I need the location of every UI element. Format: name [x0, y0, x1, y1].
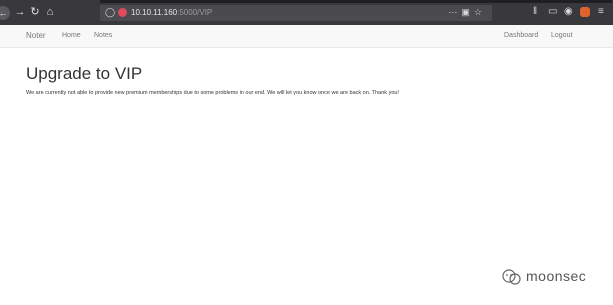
shield-icon[interactable]: ◯ [105, 7, 115, 18]
pocket-icon[interactable]: ▣ [461, 7, 474, 17]
insecure-connection-icon[interactable] [118, 8, 127, 17]
page-title: Upgrade to VIP [26, 64, 143, 83]
forward-arrow-icon[interactable]: → [13, 6, 27, 18]
nav-link-dashboard[interactable]: Dashboard [504, 32, 538, 39]
navbar-brand[interactable]: Noter [26, 31, 46, 40]
extension-icon[interactable] [580, 7, 590, 17]
back-arrow-icon[interactable]: ← [0, 6, 10, 20]
reload-icon[interactable]: ↻ [28, 6, 42, 18]
ellipsis-icon[interactable]: ⋯ [448, 7, 461, 17]
bookmark-star-icon[interactable]: ☆ [474, 7, 486, 17]
tab-strip [100, 0, 612, 3]
nav-link-notes[interactable]: Notes [94, 32, 112, 39]
hamburger-menu-icon[interactable]: ≡ [598, 6, 604, 18]
browser-toolbar: ← → ↻ ⌂ ◯ 10.10.11.160:5000/VIP ⋯▣☆ ‖ ▭ … [0, 0, 613, 25]
url-bar[interactable]: ◯ 10.10.11.160:5000/VIP ⋯▣☆ [100, 5, 492, 21]
account-icon[interactable]: ◉ [564, 6, 573, 18]
url-path: :5000/VIP [177, 8, 213, 17]
wechat-logo-icon [502, 269, 521, 285]
url-actions: ⋯▣☆ [448, 7, 486, 18]
url-host: 10.10.11.160 [131, 8, 178, 17]
sidebar-icon[interactable]: ▭ [548, 6, 557, 18]
vip-unavailable-message: We are currently not able to provide new… [26, 90, 399, 96]
library-icon[interactable]: ‖ [533, 6, 537, 18]
url-text[interactable]: 10.10.11.160:5000/VIP [131, 7, 212, 19]
watermark-text: moonsec [526, 268, 587, 284]
nav-link-logout[interactable]: Logout [551, 32, 572, 39]
home-icon[interactable]: ⌂ [43, 6, 57, 18]
site-navbar: Noter Home Notes Dashboard Logout [0, 25, 613, 48]
nav-link-home[interactable]: Home [62, 32, 81, 39]
